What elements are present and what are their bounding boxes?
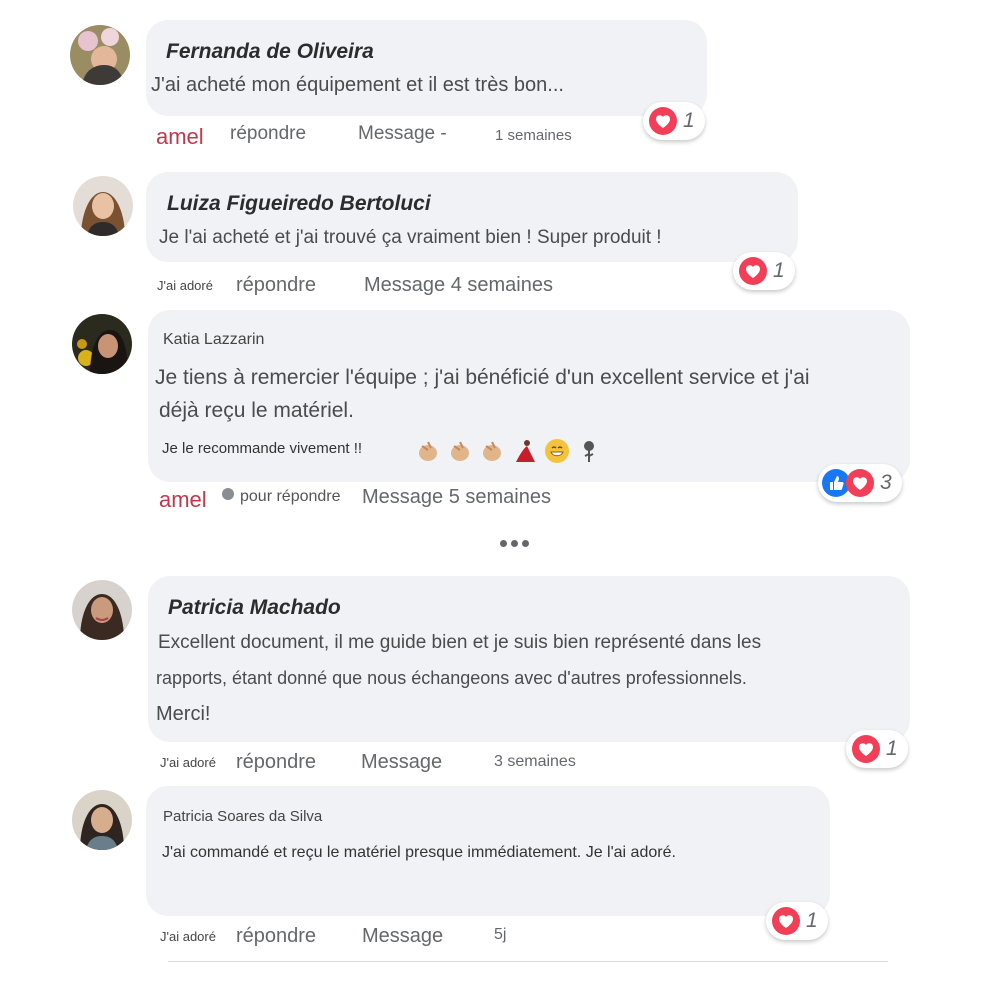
comment-author[interactable]: Katia Lazzarin <box>163 331 264 349</box>
avatar[interactable] <box>72 580 132 640</box>
message-action[interactable]: Message <box>362 925 443 948</box>
reaction-count: 1 <box>806 909 818 932</box>
grinning-face-icon <box>545 439 569 463</box>
avatar[interactable] <box>72 314 132 374</box>
reply-action[interactable]: répondre <box>236 751 316 774</box>
clapping-hands-icon <box>483 441 501 461</box>
reply-action[interactable]: répondre <box>236 925 316 948</box>
reaction-badge[interactable]: 1 <box>766 902 828 940</box>
like-action[interactable]: amel <box>159 487 207 513</box>
comment-bubble <box>146 20 707 116</box>
comment-text: Je tiens à remercier l'équipe ; j'ai bén… <box>155 366 810 389</box>
like-action[interactable]: J'ai adoré <box>160 755 216 770</box>
clapping-hands-icon <box>419 441 437 461</box>
reaction-badge[interactable]: 1 <box>846 730 908 768</box>
reaction-badge[interactable]: 1 <box>733 252 795 290</box>
ellipsis-icon[interactable] <box>500 540 529 547</box>
comment-text: Merci! <box>156 703 211 725</box>
message-action[interactable]: Message 5 semaines <box>362 486 551 509</box>
like-action[interactable]: J'ai adoré <box>157 278 213 293</box>
dot-icon <box>222 488 234 500</box>
reaction-badge[interactable]: 1 <box>643 102 705 140</box>
heart-icon <box>739 257 767 285</box>
heart-icon <box>846 469 874 497</box>
like-action[interactable]: amel <box>156 124 204 150</box>
reaction-count: 1 <box>683 109 695 132</box>
reply-action[interactable]: répondre <box>230 123 306 145</box>
comments-thread: Fernanda de Oliveira J'ai acheté mon équ… <box>0 0 993 988</box>
heart-icon <box>649 107 677 135</box>
avatar[interactable] <box>73 176 133 236</box>
dancer-icon <box>516 440 535 462</box>
comment-text: déjà reçu le matériel. <box>159 399 354 422</box>
comment-text: Excellent document, il me guide bien et … <box>158 632 762 653</box>
timestamp[interactable]: 5j <box>494 926 506 944</box>
avatar[interactable] <box>72 790 132 850</box>
reaction-count: 1 <box>886 737 898 760</box>
comment-author[interactable]: Fernanda de Oliveira <box>166 40 374 64</box>
clapping-hands-icon <box>451 441 469 461</box>
avatar[interactable] <box>70 25 130 85</box>
reply-action[interactable]: répondre <box>236 274 316 297</box>
like-action[interactable]: J'ai adoré <box>160 929 216 944</box>
comment-author[interactable]: Patricia Soares da Silva <box>163 808 322 825</box>
reaction-count: 1 <box>773 259 785 282</box>
timestamp[interactable]: 3 semaines <box>494 753 576 771</box>
comment-text: Je l'ai acheté et j'ai trouvé ça vraimen… <box>159 227 662 248</box>
heart-icon <box>852 735 880 763</box>
message-action[interactable]: Message 4 semaines <box>364 274 553 297</box>
reply-action[interactable]: pour répondre <box>222 488 341 506</box>
comment-text: J'ai acheté mon équipement et il est trè… <box>151 74 564 96</box>
comment-text: J'ai commandé et reçu le matériel presqu… <box>162 844 676 861</box>
message-action[interactable]: Message <box>361 751 442 774</box>
divider <box>168 961 888 962</box>
timestamp[interactable]: 1 semaines <box>495 127 572 144</box>
comment-text: rapports, étant donné que nous échangeon… <box>156 668 747 688</box>
comment-text: Je le recommande vivement !! <box>162 440 363 457</box>
rose-icon <box>584 441 594 462</box>
reply-label: pour répondre <box>240 488 341 505</box>
comment-author[interactable]: Luiza Figueiredo Bertoluci <box>167 192 431 216</box>
comment-author[interactable]: Patricia Machado <box>168 596 341 620</box>
message-action[interactable]: Message - <box>358 123 447 145</box>
emoji-row <box>416 438 602 464</box>
reaction-count: 3 <box>880 471 892 494</box>
reaction-badge[interactable]: 3 <box>818 464 902 502</box>
heart-icon <box>772 907 800 935</box>
